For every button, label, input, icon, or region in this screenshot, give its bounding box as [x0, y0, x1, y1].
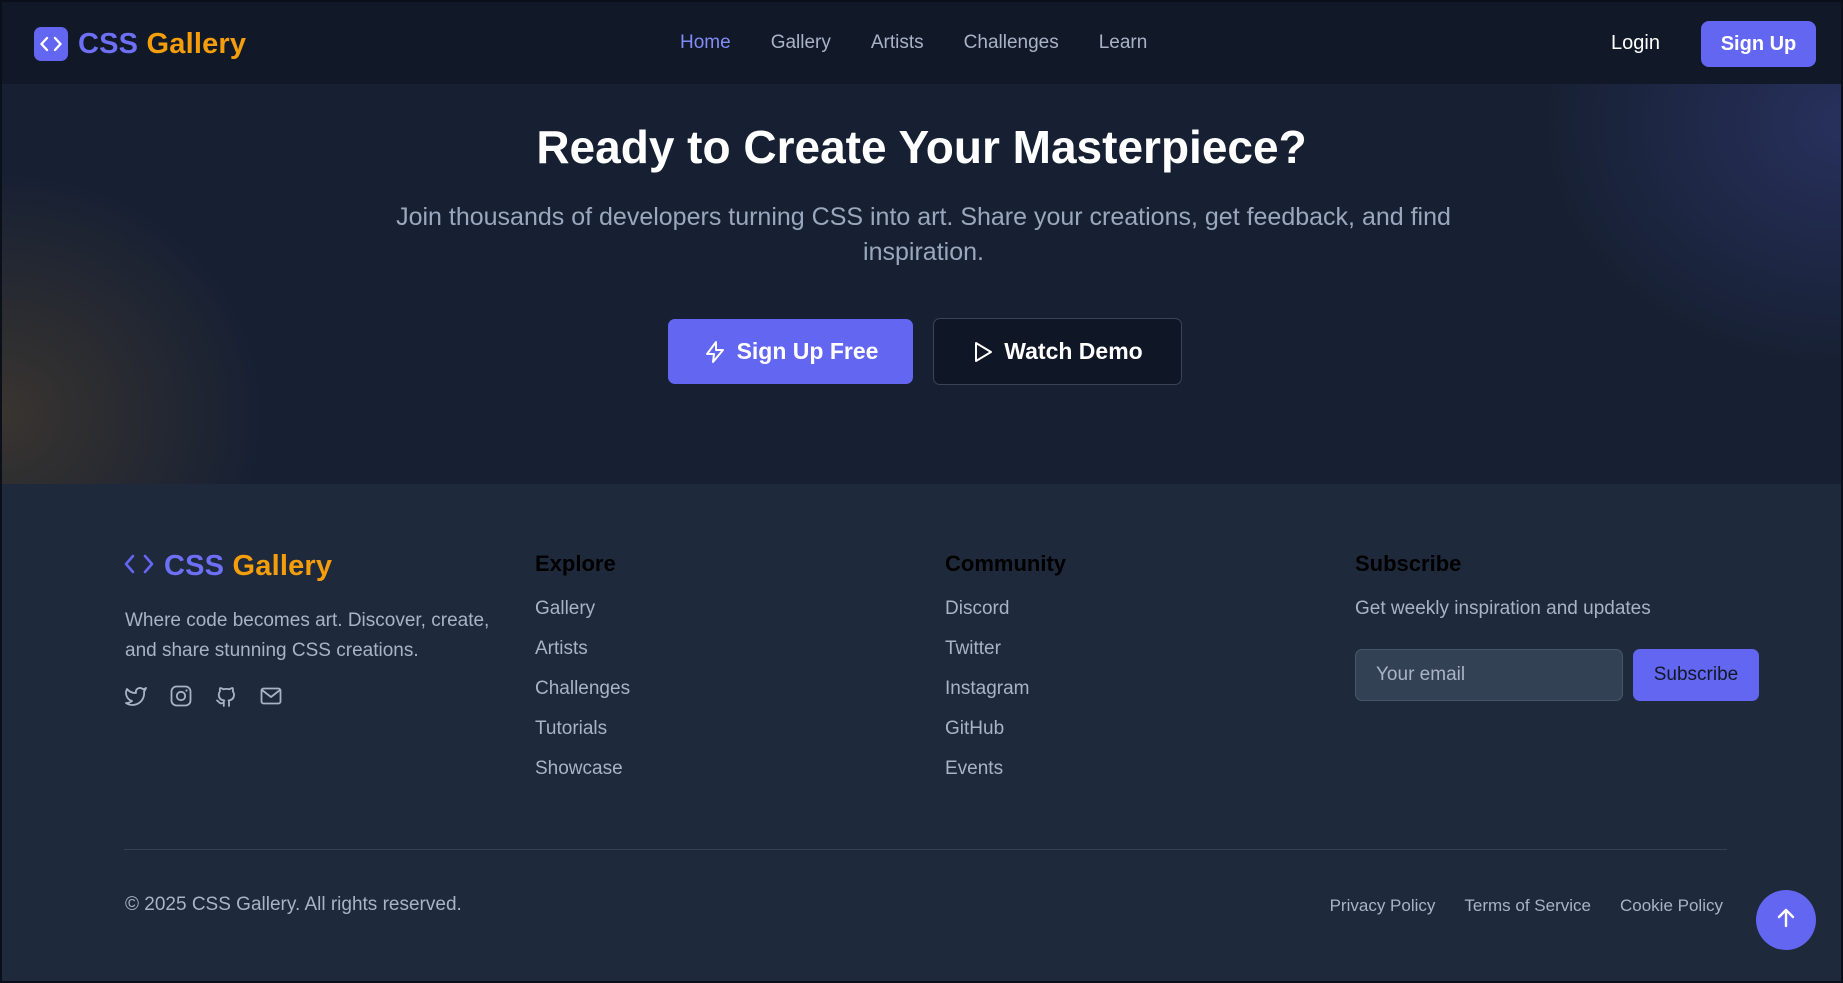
subscribe-heading: Subscribe — [1355, 551, 1462, 576]
code-icon — [124, 553, 154, 580]
nav-link-challenges[interactable]: Challenges — [964, 32, 1059, 54]
footer-link-instagram[interactable]: Instagram — [945, 676, 1066, 702]
footer-link-discord[interactable]: Discord — [945, 596, 1066, 622]
code-icon — [34, 27, 68, 61]
footer-description: Where code becomes art. Discover, create… — [125, 610, 490, 661]
email-input[interactable] — [1355, 649, 1623, 701]
legal-links: Privacy Policy Terms of Service Cookie P… — [1330, 896, 1723, 916]
footer-brand-logo[interactable]: CSS Gallery — [124, 550, 332, 583]
watch-demo-button[interactable]: Watch Demo — [933, 318, 1182, 385]
footer-link-tutorials[interactable]: Tutorials — [535, 716, 630, 742]
footer-column-explore: Explore Gallery Artists Challenges Tutor… — [535, 550, 630, 796]
footer-column-subscribe: Subscribe Get weekly inspiration and upd… — [1355, 550, 1651, 622]
cta-title: Ready to Create Your Masterpiece? — [536, 121, 1307, 173]
cta-section: Ready to Create Your Masterpiece? Join t… — [2, 84, 1841, 484]
nav-link-learn[interactable]: Learn — [1099, 32, 1148, 54]
brand-name: CSS Gallery — [78, 28, 246, 61]
twitter-icon[interactable] — [124, 684, 148, 708]
site-footer: CSS Gallery Where code becomes art. Disc… — [2, 484, 1841, 981]
footer-link-challenges[interactable]: Challenges — [535, 676, 630, 702]
sign-up-free-button[interactable]: Sign Up Free — [668, 319, 913, 384]
footer-link-showcase[interactable]: Showcase — [535, 756, 630, 782]
subscribe-text: Get weekly inspiration and updates — [1355, 598, 1651, 619]
brand-css-text: CSS — [78, 27, 139, 60]
community-heading: Community — [945, 551, 1066, 576]
lightning-icon — [703, 340, 727, 364]
footer-column-community: Community Discord Twitter Instagram GitH… — [945, 550, 1066, 796]
footer-brand-gallery-text: Gallery — [232, 550, 333, 582]
footer-brand-css-text: CSS — [164, 550, 225, 582]
footer-divider — [124, 849, 1727, 850]
brand-logo[interactable]: CSS Gallery — [34, 27, 246, 61]
footer-link-events[interactable]: Events — [945, 756, 1066, 782]
main-nav: Home Gallery Artists Challenges Learn — [680, 32, 1187, 54]
social-links — [124, 684, 283, 708]
github-icon[interactable] — [214, 684, 238, 708]
cookie-policy-link[interactable]: Cookie Policy — [1620, 896, 1723, 916]
instagram-icon[interactable] — [169, 684, 193, 708]
scroll-to-top-button[interactable] — [1756, 890, 1816, 950]
cta-subtitle: Join thousands of developers turning CSS… — [396, 203, 1451, 266]
arrow-up-icon — [1773, 905, 1799, 936]
watch-demo-label: Watch Demo — [1004, 338, 1143, 364]
page: CSS Gallery Home Gallery Artists Challen… — [0, 0, 1843, 983]
nav-link-gallery[interactable]: Gallery — [771, 32, 831, 54]
nav-link-home[interactable]: Home — [680, 32, 731, 54]
sign-up-free-label: Sign Up Free — [736, 338, 879, 364]
copyright-text: © 2025 CSS Gallery. All rights reserved. — [125, 894, 462, 915]
privacy-policy-link[interactable]: Privacy Policy — [1330, 896, 1436, 916]
footer-link-gallery[interactable]: Gallery — [535, 596, 630, 622]
footer-link-artists[interactable]: Artists — [535, 636, 630, 662]
footer-brand-name: CSS Gallery — [164, 550, 332, 583]
nav-link-artists[interactable]: Artists — [871, 32, 924, 54]
login-button[interactable]: Login — [1611, 32, 1660, 55]
signup-button[interactable]: Sign Up — [1701, 21, 1816, 67]
navbar: CSS Gallery Home Gallery Artists Challen… — [2, 2, 1841, 84]
play-icon — [972, 340, 994, 364]
footer-link-github[interactable]: GitHub — [945, 716, 1066, 742]
brand-gallery-text: Gallery — [146, 27, 247, 60]
mail-icon[interactable] — [259, 684, 283, 708]
terms-of-service-link[interactable]: Terms of Service — [1464, 896, 1591, 916]
footer-link-twitter[interactable]: Twitter — [945, 636, 1066, 662]
explore-heading: Explore — [535, 551, 616, 576]
subscribe-button[interactable]: Subscribe — [1633, 649, 1759, 701]
